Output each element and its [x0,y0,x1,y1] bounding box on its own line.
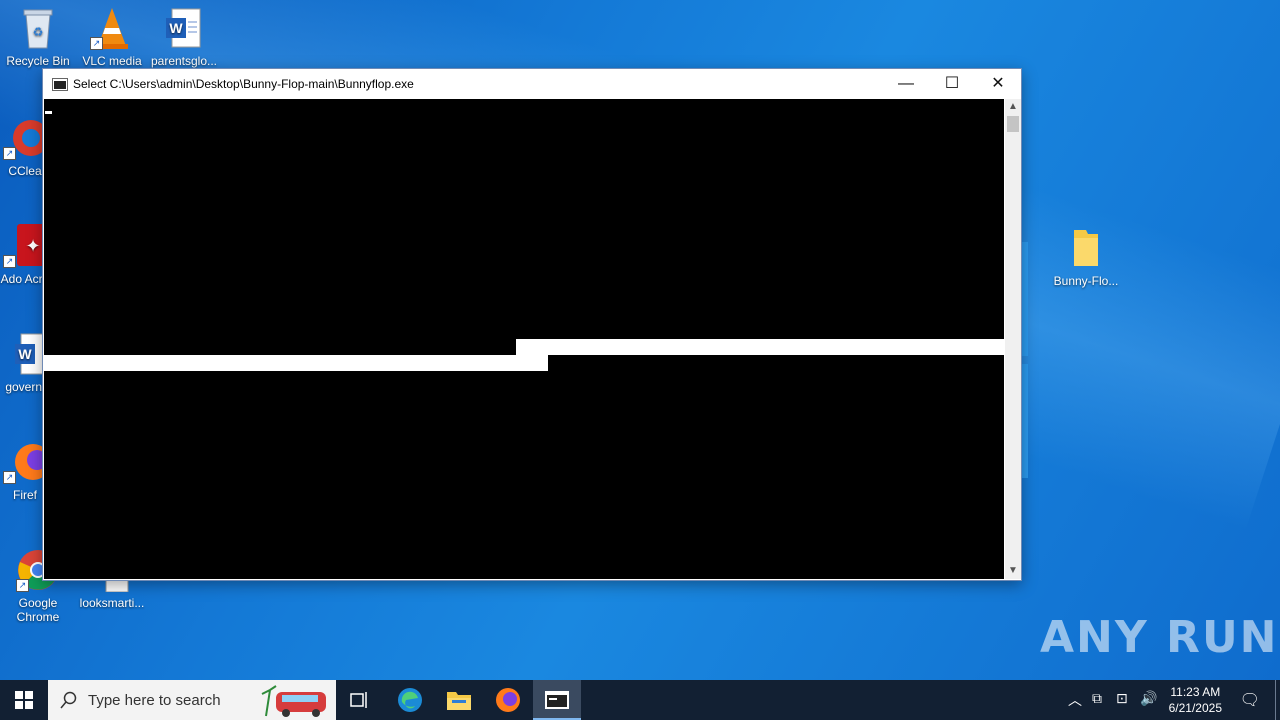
taskbar-search-box[interactable]: Type here to search [48,680,336,720]
desktop: ♻ Recycle Bin ↗ VLC media W parentsglo..… [0,0,1280,680]
bunny-flop-folder[interactable]: Bunny-Flo... [1048,226,1124,288]
action-center-notification-icon[interactable]: 🗨 [1240,690,1260,710]
console-window[interactable]: Select C:\Users\admin\Desktop\Bunny-Flop… [42,68,1022,581]
word-doc-icon: W [3,332,48,376]
text-cursor [45,111,52,114]
shortcut-arrow-icon: ↗ [3,255,16,268]
windows-logo-icon [15,691,33,709]
maximize-button[interactable]: ☐ [929,69,975,99]
shortcut-arrow-icon: ↗ [3,147,16,160]
file-explorer-taskbar-button[interactable] [435,680,483,720]
search-icon [60,691,77,709]
console-app-icon [545,691,569,709]
looksmarti-label: looksmarti... [79,596,145,610]
recycle-bin-label: Recycle Bin [6,54,70,68]
show-hidden-icons-chevron-icon[interactable]: ︿ [1068,690,1082,710]
close-button[interactable]: ✕ [975,69,1021,99]
vertical-scrollbar[interactable]: ▲ ▼ [1005,99,1021,579]
console-output-area[interactable] [44,99,1004,579]
ccleaner-label: CClea [8,164,42,178]
edge-taskbar-button[interactable] [386,680,434,720]
svg-text:W: W [169,20,183,36]
scroll-up-icon[interactable]: ▲ [1005,99,1021,115]
search-highlight-illustration-icon [261,685,326,717]
console-app-icon [52,78,68,91]
clock-date: 6/21/2025 [1168,701,1222,715]
clock-time: 11:23 AM [1170,685,1221,699]
svg-text:W: W [18,346,32,362]
vlc-shortcut[interactable]: ↗ VLC media [74,6,150,68]
network-icon[interactable]: ⊡ [1116,690,1128,707]
acrobat-icon: ✦ ↗ [3,224,47,268]
folder-icon [1064,226,1108,270]
folder-icon [447,692,471,710]
system-tray: ︿ ⧉ ⊡ 🔊 11:23 AM 6/21/2025 🗨 [1060,680,1280,720]
console-taskbar-button-active[interactable] [533,680,581,720]
scroll-thumb[interactable] [1007,116,1019,132]
governi-label: governi [5,380,45,394]
shortcut-arrow-icon: ↗ [3,471,16,484]
search-placeholder: Type here to search [88,692,221,709]
vlc-label: VLC media [82,54,142,68]
svg-text:♻: ♻ [33,25,44,39]
scroll-down-icon[interactable]: ▼ [1005,563,1021,579]
firefox-taskbar-button[interactable] [484,680,532,720]
anyrun-watermark: ANY RUN [1040,612,1279,663]
firefox-label: Firef [13,488,37,502]
firefox-icon [496,688,520,712]
svg-text:✦: ✦ [25,236,40,256]
start-button[interactable] [0,680,48,720]
shortcut-arrow-icon: ↗ [90,37,103,50]
word-doc-label: parentsglo... [150,54,218,68]
word-doc-icon: W [162,6,206,50]
edge-icon [398,688,422,712]
volume-icon[interactable]: 🔊 [1140,690,1157,707]
word-document-shortcut[interactable]: W parentsglo... [146,6,222,68]
window-title: Select C:\Users\admin\Desktop\Bunny-Flop… [73,77,414,91]
clock[interactable]: 11:23 AM 6/21/2025 [1169,684,1222,716]
show-desktop-button[interactable] [1275,680,1276,720]
selection-highlight [44,355,548,371]
selection-highlight [516,339,1004,355]
task-view-icon [350,692,367,708]
window-titlebar[interactable]: Select C:\Users\admin\Desktop\Bunny-Flop… [43,69,1021,99]
bunny-flop-label: Bunny-Flo... [1053,274,1119,288]
shortcut-arrow-icon: ↗ [16,579,29,592]
task-view-button[interactable] [336,680,384,720]
recycle-bin-graphic: ♻ [16,6,60,50]
meet-now-icon[interactable]: ⧉ [1092,690,1102,707]
taskbar: Type here to search ︿ ⧉ ⊡ 🔊 11:23 AM 6/2… [0,680,1280,720]
vlc-cone-icon: ↗ [90,6,134,50]
minimize-button[interactable]: — [883,69,929,99]
ccleaner-icon: ↗ [3,116,49,160]
chrome-label: Google Chrome [16,596,60,624]
recycle-bin-icon[interactable]: ♻ Recycle Bin [0,6,76,68]
firefox-icon: ↗ [3,440,51,484]
